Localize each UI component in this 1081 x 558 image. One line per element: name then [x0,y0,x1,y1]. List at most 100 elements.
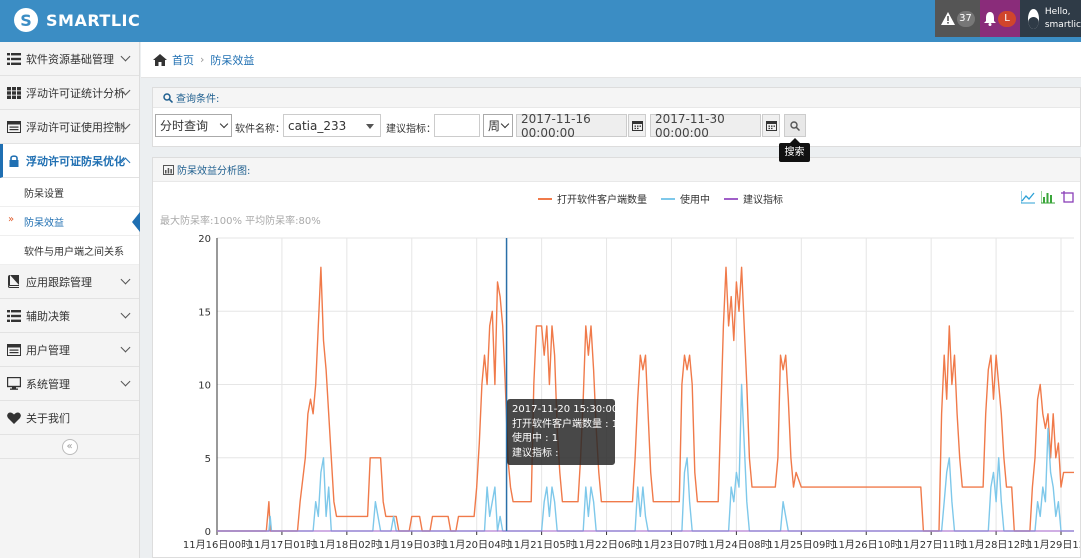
chevron-down-icon [120,376,131,387]
alert-count-badge: 37 [956,10,975,27]
list-icon [6,52,21,66]
sidebar-item-label: 软件资源基础管理 [26,52,114,66]
sidebar: 软件资源基础管理 浮动许可证统计分析 浮动许可证使用控制 浮动许可证防呆优化 防… [0,42,140,558]
sidebar-item-system[interactable]: 系统管理 [0,367,139,401]
y-tick-label: 15 [198,307,211,318]
sidebar-subitem-relations[interactable]: 软件与用户端之间关系 [0,236,139,265]
x-tick-label: 11月23日07时 [637,539,705,551]
y-tick-label: 10 [198,381,211,392]
tooltip-time: 2017-11-20 15:30:00 [512,404,619,415]
user-menu[interactable]: Hello, smartlic [1020,0,1081,37]
query-panel: 查询条件: 分时查询 软件名称： catia_233 建议指标： 周 2017-… [152,87,1081,147]
sidebar-item-label: 辅助决策 [26,309,70,323]
end-calendar-button[interactable] [762,114,780,137]
chevron-down-icon [120,274,131,285]
sidebar-item-tracking[interactable]: 应用跟踪管理 [0,265,139,299]
sidebar-item-label: 浮动许可证使用控制 [26,120,125,134]
sidebar-item-statistics[interactable]: 浮动许可证统计分析 [0,76,139,110]
search-button[interactable] [784,114,806,137]
x-tick-label: 11月25日09时 [767,539,835,551]
search-icon [163,92,173,103]
line-chart: 0 5 10 15 20 11月16日00时11月17日01时11月18日02时11月19… [183,234,1080,551]
sidebar-item-users[interactable]: 用户管理 [0,333,139,367]
query-row: 分时查询 软件名称： catia_233 建议指标： 周 2017-11-16 … [153,108,1080,147]
breadcrumb-separator: › [200,53,205,66]
hello-text: Hello, [1044,6,1071,17]
collapse-sidebar-button[interactable]: « [61,438,78,455]
heart-icon [6,411,21,425]
search-tooltip: 搜索 [779,138,810,162]
list-icon [6,309,21,323]
alerts-button[interactable]: 37 [935,0,980,37]
software-select[interactable]: catia_233 [283,114,381,137]
start-date-input[interactable]: 2017-11-16 00:00:00 [516,112,627,140]
period-select[interactable]: 周 [483,114,513,137]
calendar-icon [765,121,777,131]
suggest-label: 建议指标： [386,124,436,135]
y-tick-label: 5 [205,454,211,465]
period-value: 周 [488,119,501,133]
sidebar-item-label: 关于我们 [26,411,70,425]
chevron-down-icon [500,119,510,129]
chevron-down-icon [120,308,131,319]
sidebar-collapse: « [0,435,139,459]
x-tick-label: 11月17日01时 [248,539,316,551]
breadcrumb-current[interactable]: 防呆效益 [210,52,254,68]
notifications-button[interactable]: L [980,0,1020,37]
app-logo[interactable]: S SMARTLIC [14,8,140,32]
notification-count-badge: L [998,10,1016,27]
sidebar-item-label: 系统管理 [26,377,70,391]
lock-icon [6,154,21,168]
chart-panel: 防呆效益分析图: 打开软件客户端数量 使用中 建议指标 最大防呆率:100% 平… [152,157,1081,558]
avatar [1028,8,1039,29]
sidebar-subitem-benefit[interactable]: 防呆效益 [0,207,140,236]
x-tick-label: 11月22日06时 [572,539,640,551]
x-tick-label: 11月20日04时 [443,539,511,551]
home-icon [153,53,167,66]
sidebar-item-about[interactable]: 关于我们 [0,401,139,435]
start-calendar-button[interactable] [628,114,646,137]
book-icon [6,275,21,289]
sidebar-item-optimization[interactable]: 浮动许可证防呆优化 [0,144,139,178]
tooltip-open: 打开软件客户端数量 : 16 [512,418,625,430]
x-tick-label: 11月28日12时 [962,539,1030,551]
top-bar: S SMARTLIC 37 L Hello, smartlic [0,0,1081,42]
tooltip-suggest: 建议指标 : [512,447,559,459]
monitor-icon [6,377,21,391]
breadcrumb: 首页 › 防呆效益 [141,42,1081,78]
query-mode-select[interactable]: 分时查询 [155,114,232,137]
logo-icon: S [14,8,38,32]
end-date-input[interactable]: 2017-11-30 00:00:00 [650,112,761,140]
x-tick-label: 11月19日03时 [378,539,446,551]
sidebar-item-label: 应用跟踪管理 [26,275,92,289]
warning-icon [940,12,955,25]
software-label: 软件名称： [235,124,285,135]
suggest-input[interactable] [434,114,480,137]
x-tick-label: 11月27日11时 [897,539,965,551]
logo-text: SMARTLIC [46,10,141,30]
x-tick-label: 11月18日02时 [313,539,381,551]
chevron-down-icon [120,51,131,62]
sidebar-item-decision[interactable]: 辅助决策 [0,299,139,333]
grid-icon [6,86,21,100]
sidebar-subitem-settings[interactable]: 防呆设置 [0,178,139,207]
query-mode-value: 分时查询 [160,119,209,133]
bell-icon [984,11,996,26]
user-greeting: Hello, smartlic [1045,6,1081,32]
window-icon [6,343,21,357]
sidebar-item-usage-control[interactable]: 浮动许可证使用控制 [0,110,139,144]
window-icon [6,120,21,134]
y-tick-label: 20 [198,234,211,245]
breadcrumb-home-link[interactable]: 首页 [172,52,194,68]
sidebar-item-label: 浮动许可证统计分析 [26,86,125,100]
sidebar-item-resources[interactable]: 软件资源基础管理 [0,42,139,76]
software-value: catia_233 [288,118,347,133]
x-tick-label: 11月21日05时 [508,539,576,551]
x-tick-label: 11月16日00时 [183,539,251,551]
calendar-icon [631,121,643,131]
x-tick-label: 11月26日10时 [832,539,900,551]
chart-tooltip: 2017-11-20 15:30:00 打开软件客户端数量 : 16 使用中 :… [507,399,625,465]
sidebar-item-label: 用户管理 [26,343,70,357]
search-icon [790,120,800,131]
x-tick-label: 11月24日08时 [702,539,770,551]
